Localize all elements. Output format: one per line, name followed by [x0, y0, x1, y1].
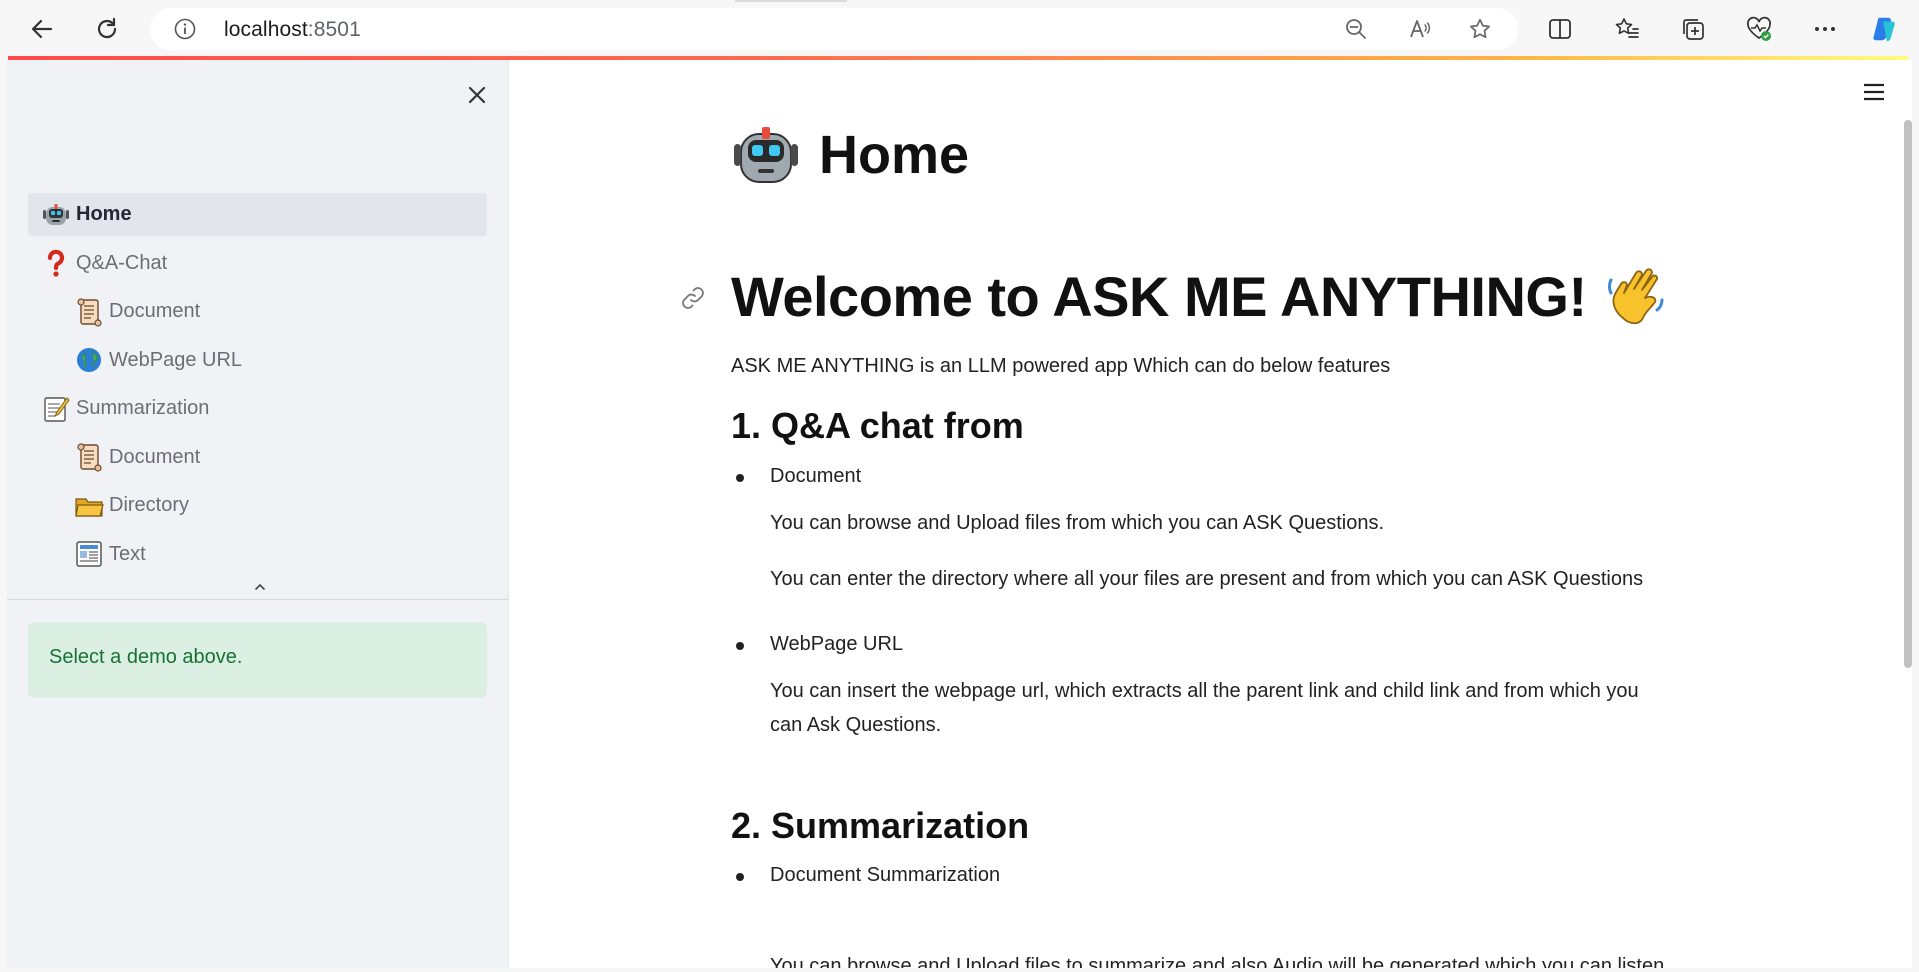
- tab-indicator: [735, 0, 847, 2]
- close-sidebar-button[interactable]: [462, 80, 492, 110]
- sidebar-item-summarization[interactable]: Summarization: [28, 387, 487, 430]
- site-info-icon[interactable]: [174, 18, 196, 40]
- close-icon: [468, 86, 486, 104]
- sidebar-item-text[interactable]: Text: [28, 533, 487, 576]
- sidebar-item-label: Directory: [109, 494, 190, 516]
- url-text[interactable]: localhost:8501: [224, 18, 361, 42]
- collapse-nav-button[interactable]: [251, 580, 269, 594]
- collections-icon: [1683, 19, 1704, 40]
- link-icon[interactable]: [679, 284, 707, 312]
- robot-icon: [734, 127, 798, 183]
- page-title-text: Home: [819, 125, 970, 185]
- sidebar-item-label: Text: [109, 542, 146, 565]
- sidebar-item-qa-chat[interactable]: Q&A-Chat: [28, 242, 487, 285]
- list-item-description: You can browse and Upload files to summa…: [770, 955, 1665, 968]
- welcome-heading: Welcome to ASK ME ANYTHING!: [731, 262, 1671, 330]
- address-bar[interactable]: localhost:8501: [150, 8, 1518, 50]
- scroll-icon: [74, 442, 104, 472]
- app-window: Home Q&A-Chat Document WebPage URL Summa…: [7, 60, 1912, 968]
- bullet-dot: [736, 642, 744, 650]
- reload-icon: [97, 17, 117, 39]
- reload-button[interactable]: [89, 11, 125, 47]
- list-item: Document: [770, 465, 862, 487]
- sidebar-item-label: Document: [109, 445, 201, 468]
- sidebar-item-label: Summarization: [76, 397, 210, 419]
- newspaper-icon: [74, 539, 104, 569]
- sidebar-item-summary-document[interactable]: Document: [28, 436, 487, 479]
- favorites-button[interactable]: [1612, 14, 1642, 44]
- hamburger-icon: [1864, 83, 1884, 101]
- page-title: Home: [731, 120, 969, 190]
- sidebar-item-qa-document[interactable]: Document: [28, 290, 487, 333]
- read-aloud-icon[interactable]: [1408, 17, 1432, 41]
- sidebar-item-label: Document: [109, 300, 201, 322]
- list-item-description: You can enter the directory where all yo…: [770, 568, 1644, 590]
- list-item: WebPage URL: [770, 633, 904, 655]
- sidebar-item-webpage-url[interactable]: WebPage URL: [28, 339, 487, 382]
- scroll-icon: [74, 297, 104, 327]
- memo-icon: [41, 394, 71, 424]
- list-item: Document Summarization: [770, 864, 1001, 886]
- info-alert-text: Select a demo above.: [49, 646, 243, 668]
- main-content: Home Welcome to ASK ME ANYTHING! ASK ME …: [509, 60, 1912, 968]
- robot-icon: [41, 200, 71, 230]
- sidebar-item-directory[interactable]: Directory: [28, 484, 487, 527]
- back-arrow-icon: [31, 19, 53, 39]
- scrollbar[interactable]: [1904, 120, 1912, 668]
- favorites-list-icon: [1615, 18, 1639, 38]
- zoom-out-icon[interactable]: [1344, 17, 1368, 41]
- more-dots-icon: [1815, 27, 1835, 31]
- welcome-heading-text: Welcome to ASK ME ANYTHING!: [731, 264, 1587, 328]
- back-button[interactable]: [24, 11, 60, 47]
- sidebar: Home Q&A-Chat Document WebPage URL Summa…: [7, 60, 509, 968]
- sidebar-item-label: Q&A-Chat: [76, 251, 168, 274]
- collections-button[interactable]: [1678, 14, 1708, 44]
- info-alert: Select a demo above.: [28, 622, 487, 698]
- section-heading-qa: 1. Q&A chat from: [731, 405, 1024, 446]
- folder-icon: [74, 491, 104, 521]
- copilot-icon: [1873, 17, 1895, 42]
- sidebar-nav: Home Q&A-Chat Document WebPage URL Summa…: [28, 193, 487, 581]
- sidebar-item-home[interactable]: Home: [28, 193, 487, 236]
- globe-icon: [74, 345, 104, 375]
- waving-hand-icon: [1607, 268, 1664, 325]
- split-screen-icon: [1549, 19, 1571, 39]
- sidebar-item-label: WebPage URL: [109, 348, 243, 371]
- copilot-button[interactable]: [1870, 14, 1900, 44]
- question-mark-icon: [41, 248, 71, 278]
- section-heading-summarization: 2. Summarization: [731, 805, 1030, 846]
- sidebar-divider: [7, 599, 508, 600]
- list-item-description: You can insert the webpage url, which ex…: [770, 680, 1639, 736]
- bullet-dot: [736, 474, 744, 482]
- heart-pulse-icon: [1747, 16, 1771, 41]
- browser-toolbar: localhost:8501: [0, 0, 1919, 58]
- browser-essentials-button[interactable]: [1744, 14, 1774, 44]
- list-item-description: You can browse and Upload files from whi…: [770, 512, 1385, 534]
- intro-text: ASK ME ANYTHING is an LLM powered app Wh…: [731, 355, 1391, 377]
- sidebar-item-label: Home: [76, 203, 132, 225]
- main-menu-button[interactable]: [1860, 78, 1888, 106]
- favorite-star-icon[interactable]: [1468, 17, 1492, 41]
- chevron-up-icon: [254, 583, 266, 591]
- split-screen-button[interactable]: [1545, 14, 1575, 44]
- url-host: localhost: [224, 18, 308, 41]
- bullet-dot: [736, 873, 744, 881]
- more-options-button[interactable]: [1810, 14, 1840, 44]
- url-port: :8501: [307, 18, 361, 41]
